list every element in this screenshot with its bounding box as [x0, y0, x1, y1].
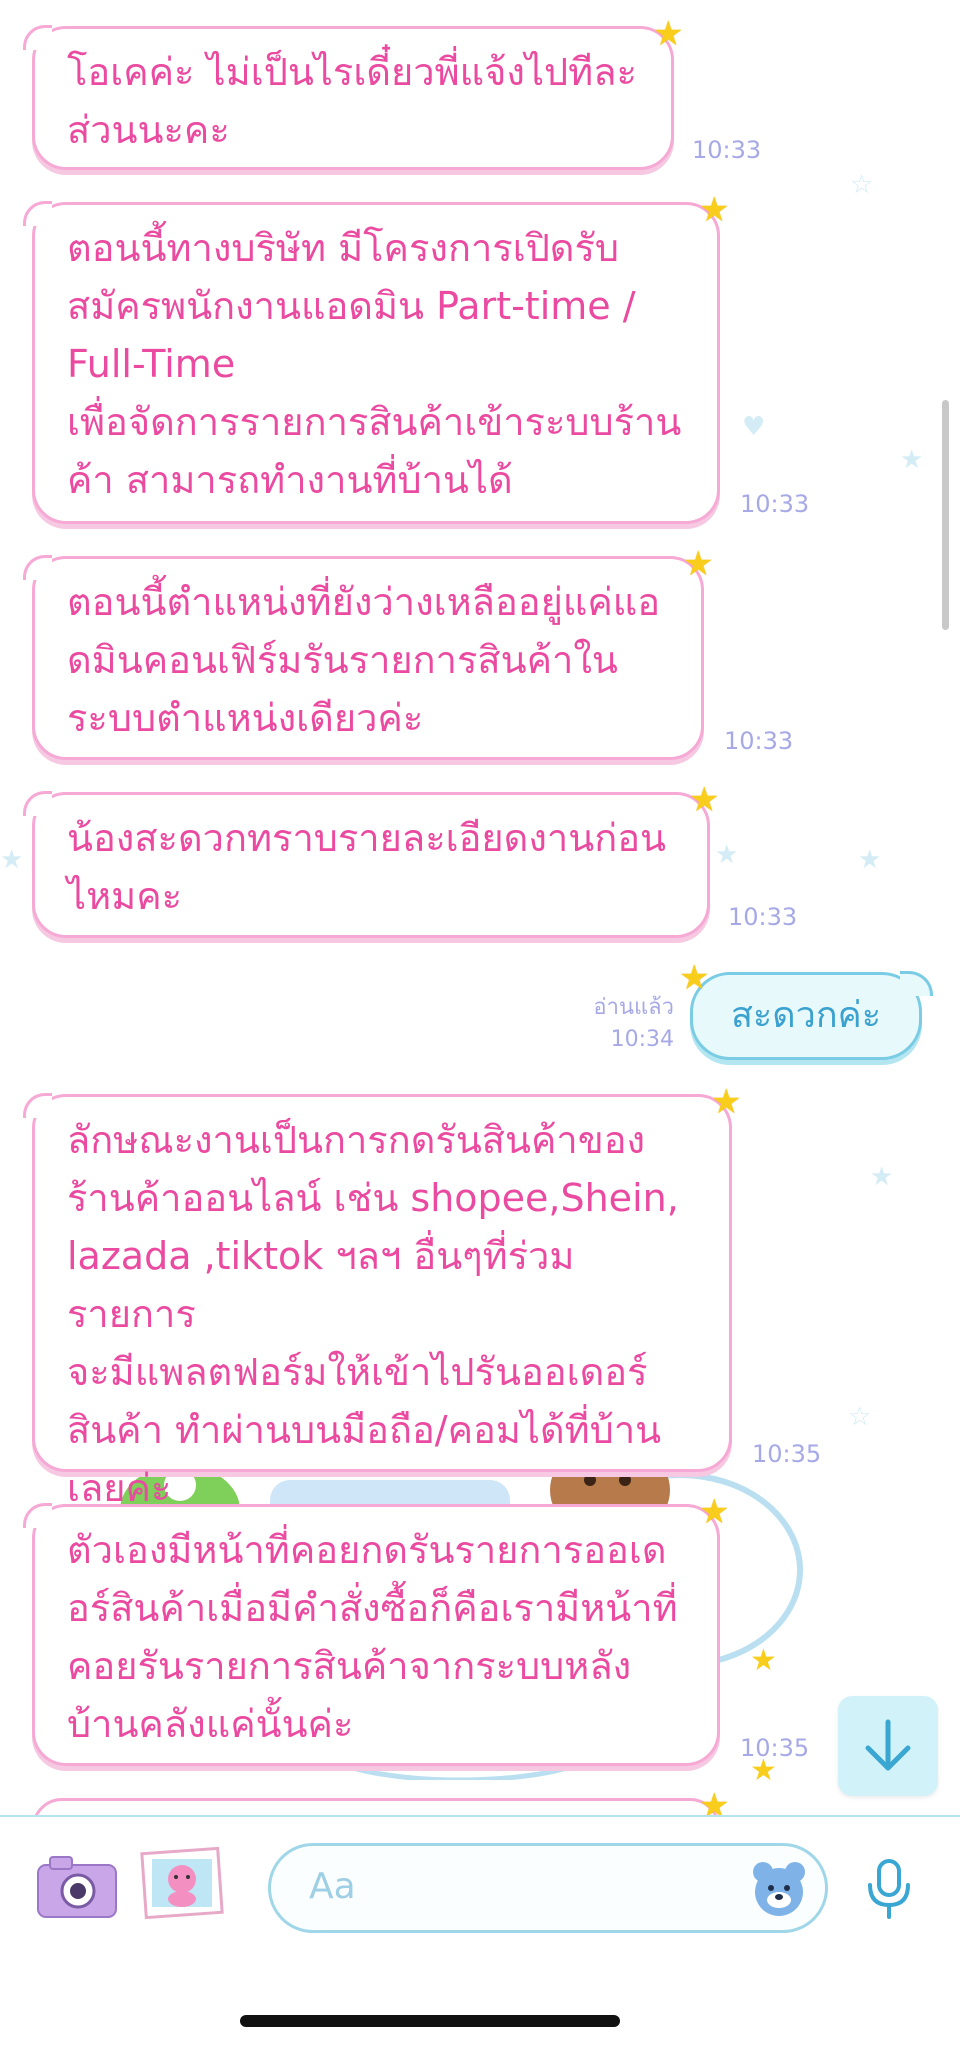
incoming-message-partial[interactable]: ★ [32, 1789, 729, 1815]
bubble-tail [23, 25, 52, 50]
microphone-icon[interactable] [864, 1857, 914, 1921]
message-text: ตอนนี้ตำแหน่งที่ยังว่างเหลืออยู่แค่แอ ดม… [67, 580, 661, 740]
input-placeholder: Aa [309, 1866, 356, 1907]
sticker-bear-icon[interactable] [749, 1858, 809, 1918]
star-icon: ★ [711, 1082, 742, 1122]
incoming-message[interactable]: ตอนนี้ตำแหน่งที่ยังว่างเหลืออยู่แค่แอ ดม… [23, 547, 713, 760]
incoming-message[interactable]: ตอนนี้ทางบริษัท มีโครงการเปิดรับ สมัครพน… [23, 193, 729, 524]
sparkle-decoration: ☆ [848, 1402, 872, 1432]
message-composer: Aa [0, 1815, 960, 2050]
arrow-down-icon [865, 1719, 911, 1771]
message-text: ตัวเองมีหน้าที่คอยกดรันรายการออเด อร์สิน… [67, 1528, 678, 1746]
svg-text:★: ★ [750, 1643, 777, 1678]
sparkle-decoration: ★ [858, 845, 882, 875]
scrollbar[interactable] [942, 400, 949, 630]
message-time: 10:33 [692, 136, 762, 164]
incoming-message[interactable]: น้องสะดวกทราบรายละเอียดงานก่อน ไหมคะ ★ [23, 783, 719, 938]
bubble-tail [23, 1093, 52, 1118]
message-text: น้องสะดวกทราบรายละเอียดงานก่อน ไหมคะ [67, 816, 667, 918]
star-icon: ★ [689, 780, 720, 820]
sparkle-decoration: ★ [0, 845, 24, 875]
incoming-message[interactable]: โอเคค่ะ ไม่เป็นไรเดี๋ยวพี่แจ้งไปทีละ ส่ว… [23, 17, 683, 170]
message-time: 10:33 [728, 903, 798, 931]
message-time: 10:33 [740, 490, 810, 518]
star-icon: ★ [653, 14, 684, 54]
message-text: โอเคค่ะ ไม่เป็นไรเดี๋ยวพี่แจ้งไปทีละ ส่ว… [67, 50, 637, 152]
star-icon: ★ [683, 544, 714, 584]
message-time: 10:33 [724, 727, 794, 755]
outgoing-message[interactable]: สะดวกค่ะ ★ [679, 961, 933, 1060]
bubble-tail [900, 971, 933, 996]
star-icon: ★ [699, 190, 730, 230]
sparkle-decoration: ☆ [850, 170, 874, 200]
read-label: อ่านแล้ว [593, 995, 674, 1020]
incoming-message[interactable]: ตัวเองมีหน้าที่คอยกดรันรายการออเด อร์สิน… [23, 1495, 729, 1766]
bubble-tail [23, 201, 52, 226]
chat-area[interactable]: ☆ ★ ★ ★ ☆ ★ ★ ♥ ★ ★ โอเคค่ะ ไม่เป็นไรเดี… [0, 0, 960, 1815]
message-input[interactable]: Aa [268, 1843, 828, 1933]
home-indicator [240, 2015, 620, 2027]
incoming-message[interactable]: ลักษณะงานเป็นการกดรันสินค้าของ ร้านค้าออ… [23, 1085, 741, 1510]
star-icon: ★ [699, 1492, 730, 1532]
gallery-icon[interactable] [140, 1847, 226, 1921]
message-time: 10:35 [752, 1440, 822, 1468]
message-text: สะดวกค่ะ [730, 995, 882, 1036]
sparkle-decoration: ★ [900, 445, 924, 475]
message-time: 10:35 [740, 1734, 810, 1762]
bubble-tail [23, 1503, 52, 1528]
message-text: ลักษณะงานเป็นการกดรันสินค้าของ ร้านค้าออ… [67, 1118, 679, 1510]
sparkle-decoration: ♥ [742, 412, 766, 442]
message-time: 10:34 [610, 1027, 674, 1052]
star-icon: ★ [699, 1786, 730, 1815]
sparkle-decoration: ★ [870, 1162, 894, 1192]
message-text: ตอนนี้ทางบริษัท มีโครงการเปิดรับ สมัครพน… [67, 226, 682, 502]
bubble-tail [23, 555, 52, 580]
star-icon: ★ [679, 958, 710, 998]
bubble-tail [23, 791, 52, 816]
read-receipt: อ่านแล้ว 10:34 [580, 992, 674, 1056]
scroll-to-bottom-button[interactable] [838, 1696, 938, 1796]
camera-icon[interactable] [36, 1853, 118, 1919]
sparkle-decoration: ★ [715, 840, 739, 870]
